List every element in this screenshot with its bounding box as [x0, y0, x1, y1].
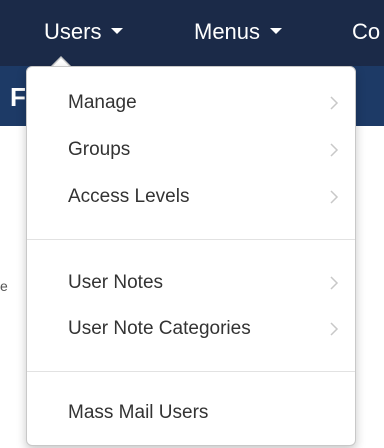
- page-title-partial: F: [10, 82, 26, 112]
- background-text-fragment: e: [0, 278, 8, 294]
- menu-item-groups[interactable]: Groups: [27, 130, 355, 170]
- menu-item-access-levels[interactable]: Access Levels: [27, 177, 355, 217]
- nav-components-label: Co: [352, 19, 381, 44]
- menu-item-label: Mass Mail Users: [68, 402, 209, 423]
- menu-item-user-notes[interactable]: User Notes: [27, 263, 355, 303]
- nav-users-menu[interactable]: Users: [44, 18, 124, 46]
- nav-components-menu[interactable]: Co: [352, 18, 380, 46]
- menu-divider: [27, 371, 355, 372]
- chevron-right-icon: [330, 96, 339, 110]
- menu-item-label: User Notes: [68, 272, 164, 293]
- menu-item-mass-mail-users[interactable]: Mass Mail Users: [27, 393, 355, 433]
- nav-users-label: Users: [44, 19, 102, 44]
- menu-item-label: Groups: [68, 139, 131, 160]
- chevron-right-icon: [330, 276, 339, 290]
- chevron-right-icon: [330, 190, 339, 204]
- nav-menus-menu[interactable]: Menus: [194, 18, 283, 46]
- caret-down-icon: [270, 28, 283, 35]
- chevron-right-icon: [330, 322, 339, 336]
- menu-item-label: Access Levels: [68, 186, 190, 207]
- chevron-right-icon: [330, 143, 339, 157]
- nav-menus-label: Menus: [194, 19, 261, 44]
- menu-item-label: Manage: [68, 92, 137, 113]
- menu-divider: [27, 239, 355, 240]
- menu-item-manage[interactable]: Manage: [27, 83, 355, 123]
- menu-item-label: User Note Categories: [68, 318, 251, 339]
- users-dropdown-menu: Manage Groups Access Levels User Notes U…: [26, 66, 356, 446]
- menu-item-user-note-categories[interactable]: User Note Categories: [27, 309, 355, 349]
- admin-screen: Users Menus Co F e Manage Groups Access …: [0, 0, 384, 448]
- caret-down-icon: [111, 28, 124, 35]
